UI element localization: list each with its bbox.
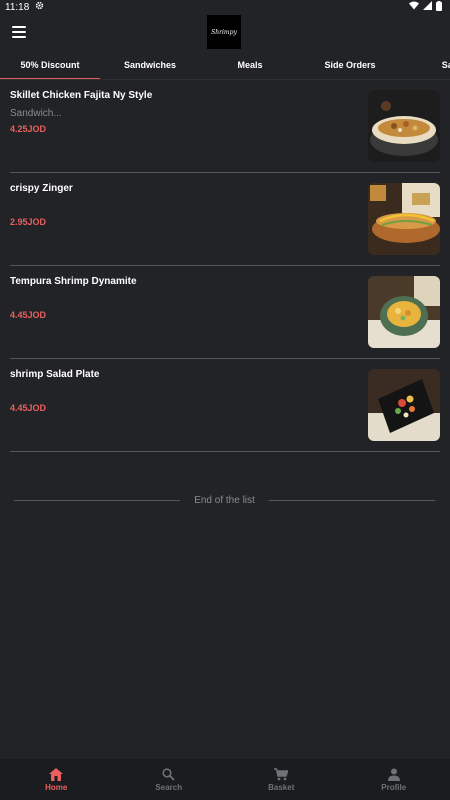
home-icon [49, 767, 64, 781]
end-of-list-text: End of the list [194, 494, 255, 506]
nav-profile[interactable]: Profile [338, 759, 450, 800]
logo: Shrimpy [207, 15, 241, 49]
divider [268, 499, 435, 501]
nav-label: Basket [268, 783, 295, 792]
product-price: 2.95JOD [10, 217, 47, 227]
product-image [368, 369, 440, 441]
logo-text: Shrimpy [211, 28, 237, 36]
category-tabs: 50% Discount Sandwiches Meals Side Order… [0, 52, 450, 80]
tab-sandwiches[interactable]: Sandwiches [100, 52, 200, 79]
status-time: 11:18 [5, 1, 30, 13]
product-title: shrimp Salad Plate [10, 369, 100, 380]
nav-search[interactable]: Search [113, 759, 226, 800]
nav-label: Profile [381, 783, 407, 792]
tab-sauces[interactable]: Sau [400, 52, 450, 79]
product-item[interactable]: shrimp Salad Plate 4.45JOD [10, 359, 440, 452]
product-image [368, 276, 440, 348]
product-price: 4.45JOD [10, 310, 47, 320]
product-item[interactable]: Tempura Shrimp Dynamite 4.45JOD [10, 266, 440, 359]
person-icon [387, 767, 401, 781]
product-item[interactable]: Skillet Chicken Fajita Ny Style Sandwich… [10, 80, 440, 173]
nav-basket[interactable]: Basket [225, 759, 338, 800]
settings-icon [35, 1, 44, 13]
cart-icon [274, 767, 289, 781]
product-subtitle: Sandwich... [10, 108, 62, 119]
end-of-list: End of the list [14, 493, 435, 507]
nav-home[interactable]: Home [0, 759, 113, 800]
menu-icon[interactable] [12, 26, 26, 38]
wifi-icon [409, 1, 419, 13]
product-title: crispy Zinger [10, 183, 73, 194]
search-icon [162, 767, 176, 781]
product-image [368, 183, 440, 255]
product-title: Skillet Chicken Fajita Ny Style [10, 90, 153, 101]
bottom-nav: Home Search Basket Profile [0, 759, 450, 800]
battery-icon [436, 0, 442, 14]
status-bar: 11:18 [0, 0, 450, 14]
tab-50-discount[interactable]: 50% Discount [0, 52, 100, 79]
product-price: 4.45JOD [10, 403, 47, 413]
product-image [368, 90, 440, 162]
product-item[interactable]: crispy Zinger 2.95JOD [10, 173, 440, 266]
app-header: Shrimpy [0, 14, 450, 52]
divider [14, 499, 181, 501]
tab-side-orders[interactable]: Side Orders [300, 52, 400, 79]
product-list: Skillet Chicken Fajita Ny Style Sandwich… [0, 80, 450, 452]
product-price: 4.25JOD [10, 124, 47, 134]
nav-label: Home [45, 783, 68, 792]
nav-label: Search [155, 783, 183, 792]
tab-meals[interactable]: Meals [200, 52, 300, 79]
product-title: Tempura Shrimp Dynamite [10, 276, 137, 287]
signal-icon [423, 1, 432, 13]
